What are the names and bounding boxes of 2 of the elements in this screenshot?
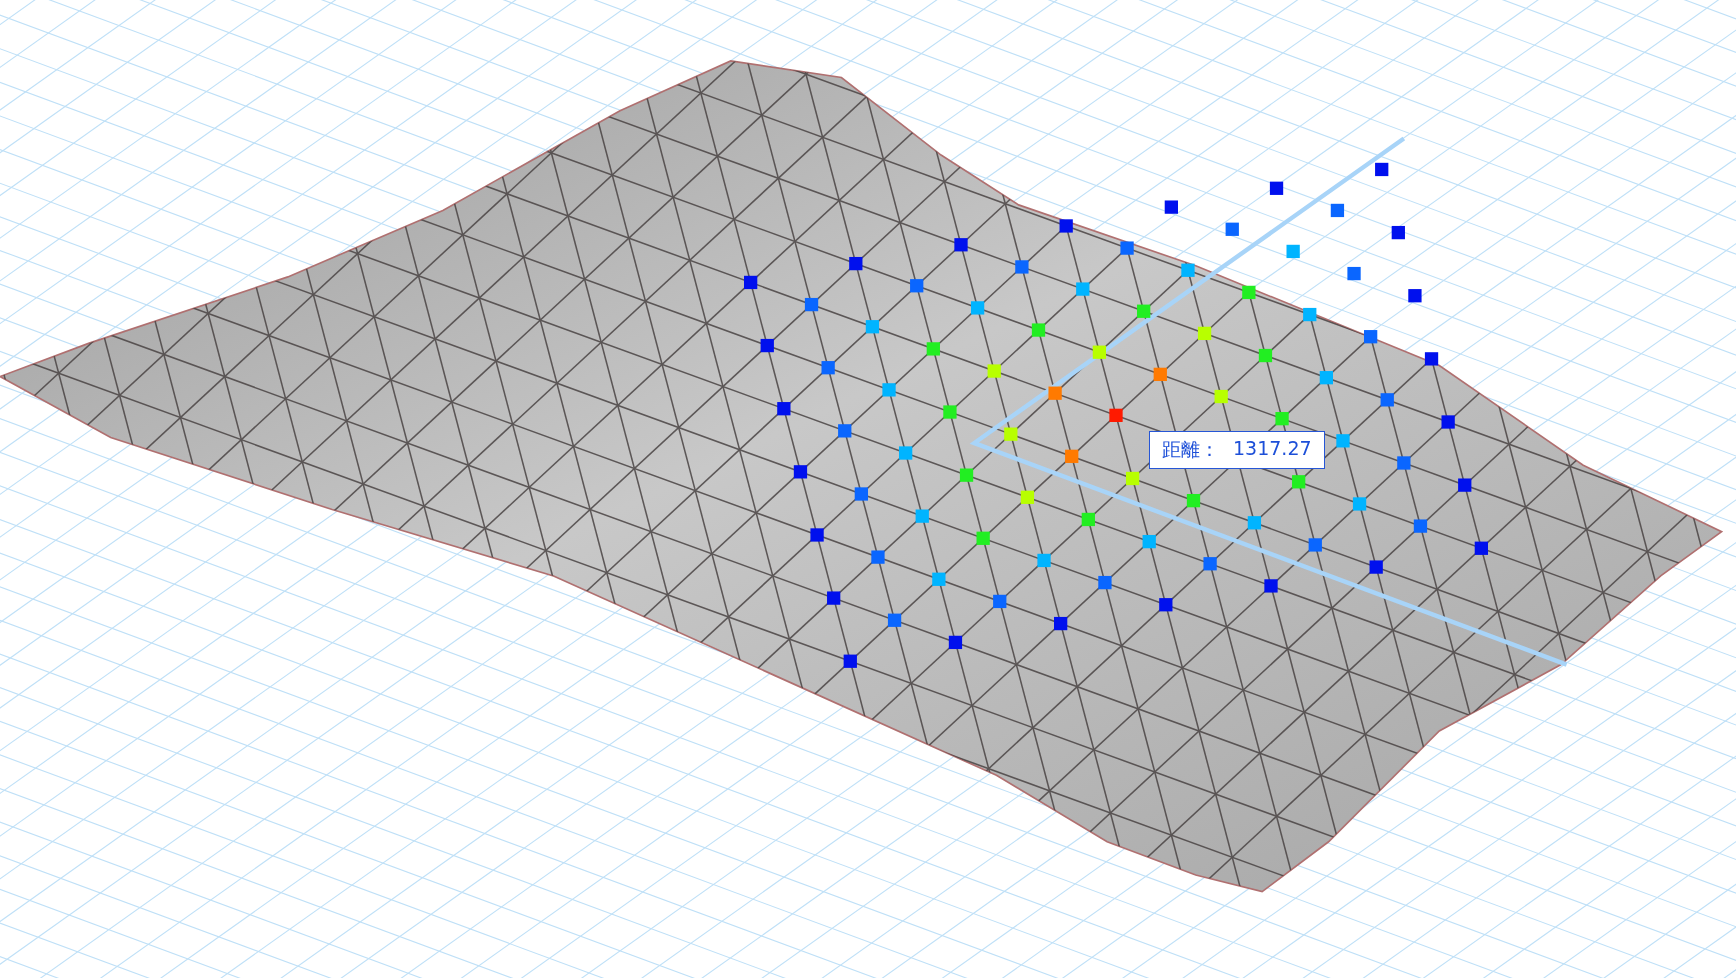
distance-caption: 距離： [1162,437,1219,462]
distance-value: 1317.27 [1233,437,1312,461]
